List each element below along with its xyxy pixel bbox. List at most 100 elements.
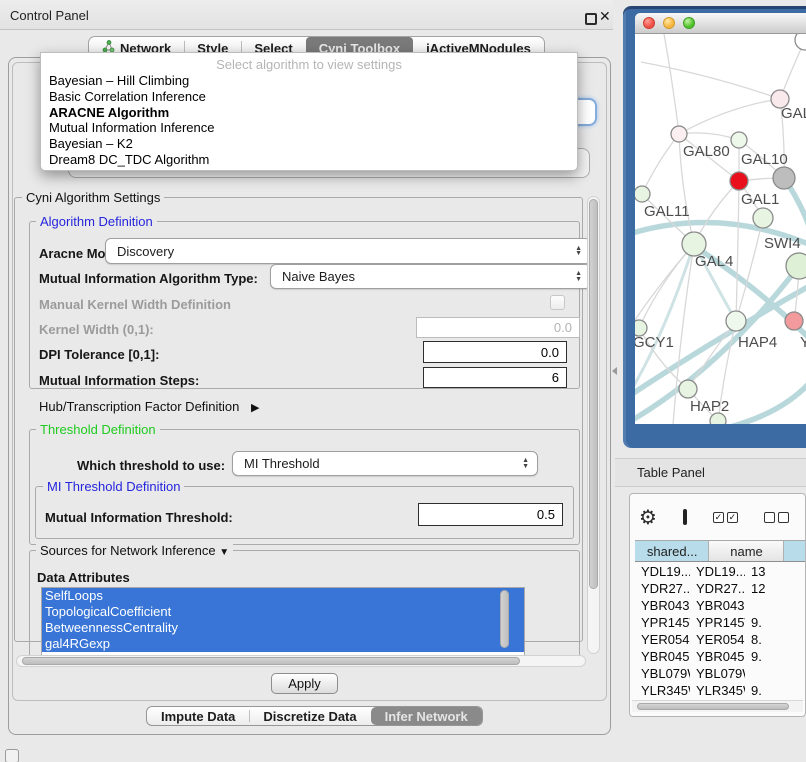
table-row[interactable]: YBR043CYBR043C: [635, 597, 805, 614]
table-row[interactable]: YLR345WYLR345W9.: [635, 682, 805, 699]
gear-icon[interactable]: ⚙: [639, 505, 657, 530]
splitter-collapse-icon[interactable]: [612, 367, 617, 375]
network-edge[interactable]: [736, 181, 739, 321]
table-cell[interactable]: YBL079W: [635, 665, 690, 682]
settings-vertical-thumb[interactable]: [589, 199, 598, 589]
column-header-shared-name[interactable]: shared...: [635, 541, 709, 561]
network-node-gal80[interactable]: [671, 126, 687, 142]
data-attributes-list[interactable]: SelfLoopsTopologicalCoefficientBetweenne…: [41, 587, 525, 655]
table-cell[interactable]: YBR045C: [690, 648, 745, 665]
dropdown-item[interactable]: Basic Correlation Inference: [41, 89, 577, 105]
network-edge[interactable]: [641, 62, 780, 99]
mi-steps-field[interactable]: [423, 367, 567, 388]
dpi-tolerance-field[interactable]: [423, 341, 567, 363]
close-traffic-light-icon[interactable]: [643, 17, 655, 29]
manual-kernel-checkbox[interactable]: [550, 295, 565, 310]
network-edge[interactable]: [642, 134, 679, 194]
network-node-top[interactable]: [795, 34, 806, 50]
network-node-bigg[interactable]: [786, 253, 806, 279]
table-cell[interactable]: YDL19...: [635, 563, 690, 580]
table-cell[interactable]: [745, 665, 805, 682]
network-edge[interactable]: [679, 99, 780, 134]
kernel-width-field[interactable]: [416, 317, 580, 338]
mi-threshold-field[interactable]: [418, 503, 563, 526]
table-cell[interactable]: [745, 597, 805, 614]
table-cell[interactable]: 9.: [745, 614, 805, 631]
table-cell[interactable]: YLR345W: [635, 682, 690, 699]
table-cell[interactable]: 13: [745, 563, 805, 580]
network-node-botg[interactable]: [710, 413, 726, 424]
network-edge[interactable]: [679, 133, 739, 140]
mi-type-combo[interactable]: Naive Bayes ▲▼: [270, 264, 587, 289]
data-attribute-item[interactable]: BetweennessCentrality: [42, 620, 524, 636]
network-node-hap4[interactable]: [726, 311, 746, 331]
settings-horizontal-thumb[interactable]: [22, 657, 520, 665]
dropdown-item[interactable]: Bayesian – Hill Climbing: [41, 73, 577, 89]
network-edge[interactable]: [663, 34, 679, 134]
table-cell[interactable]: 8.: [745, 631, 805, 648]
table-horizontal-scrollbar[interactable]: [632, 700, 803, 712]
table-row[interactable]: YDR27...YDR27...12: [635, 580, 805, 597]
network-node-swi4[interactable]: [753, 208, 773, 228]
table-cell[interactable]: YPR145W: [690, 614, 745, 631]
column-header-a[interactable]: A: [784, 541, 806, 561]
table-horizontal-thumb[interactable]: [637, 703, 789, 710]
network-canvas[interactable]: GALGAL80GAL10GAL1GAL11SWI4GAL4GCY1HAP4YH…: [635, 34, 806, 424]
table-cell[interactable]: YDR27...: [690, 580, 745, 597]
data-attribute-item[interactable]: TopologicalCoefficient: [42, 604, 524, 620]
table-cell[interactable]: YBL079W: [690, 665, 745, 682]
table-cell[interactable]: YBR045C: [635, 648, 690, 665]
tab-impute-data[interactable]: Impute Data: [147, 707, 249, 725]
table-cell[interactable]: YER054C: [635, 631, 690, 648]
which-threshold-combo[interactable]: MI Threshold ▲▼: [232, 451, 538, 476]
attributes-list-scrollbar[interactable]: [500, 590, 509, 648]
network-node-gal1[interactable]: [730, 172, 748, 190]
deselect-all-checkboxes-icon[interactable]: [764, 512, 789, 523]
table-cell[interactable]: YPR145W: [635, 614, 690, 631]
dropdown-item[interactable]: Mutual Information Inference: [41, 120, 577, 136]
network-node-ynode[interactable]: [785, 312, 803, 330]
sources-toggle[interactable]: Sources for Network Inference ▼: [36, 543, 233, 558]
table-row[interactable]: YDL19...YDL19...13: [635, 563, 805, 580]
network-edge[interactable]: [736, 218, 763, 321]
network-graph[interactable]: GALGAL80GAL10GAL1GAL11SWI4GAL4GCY1HAP4YH…: [635, 34, 806, 424]
minimize-traffic-light-icon[interactable]: [663, 17, 675, 29]
table-cell[interactable]: 9.: [745, 648, 805, 665]
tab-infer-network[interactable]: Infer Network: [371, 707, 482, 725]
table-cell[interactable]: YBR043C: [690, 597, 745, 614]
aracne-mode-combo[interactable]: Discovery ▲▼: [105, 238, 587, 264]
select-all-checkboxes-icon[interactable]: ✓✓: [713, 512, 738, 523]
float-window-icon[interactable]: [585, 13, 597, 25]
table-cell[interactable]: YDR27...: [635, 580, 690, 597]
table-row[interactable]: YBR045CYBR045C9.: [635, 648, 805, 665]
table-cell[interactable]: YLR345W: [690, 682, 745, 699]
data-attribute-item[interactable]: SelfLoops: [42, 588, 524, 604]
table-cell[interactable]: 9.: [745, 682, 805, 699]
column-header-name[interactable]: name: [709, 541, 783, 561]
table-row[interactable]: YER054CYER054C8.: [635, 631, 805, 648]
columns-icon[interactable]: [683, 509, 687, 525]
dropdown-item[interactable]: Dream8 DC_TDC Algorithm: [41, 152, 577, 168]
network-node-gal10[interactable]: [731, 132, 747, 148]
tab-discretize-data[interactable]: Discretize Data: [249, 707, 370, 725]
network-edge[interactable]: [635, 244, 694, 329]
table-row[interactable]: YPR145WYPR145W9.: [635, 614, 805, 631]
dropdown-item[interactable]: Bayesian – K2: [41, 136, 577, 152]
network-edge[interactable]: [730, 379, 806, 424]
apply-button[interactable]: Apply: [271, 673, 338, 694]
dock-panel-icon[interactable]: [5, 749, 19, 762]
table-body[interactable]: YDL19...YDL19...13YDR27...YDR27...12YBR0…: [635, 563, 805, 700]
network-window-titlebar[interactable]: [635, 13, 806, 34]
table-cell[interactable]: YBR043C: [635, 597, 690, 614]
data-attribute-item[interactable]: gal4RGexp: [42, 636, 524, 652]
close-icon[interactable]: ✕: [599, 8, 611, 25]
network-node-gray[interactable]: [773, 167, 795, 189]
table-cell[interactable]: YER054C: [690, 631, 745, 648]
network-node-gal11[interactable]: [635, 186, 650, 202]
table-cell[interactable]: 12: [745, 580, 805, 597]
zoom-traffic-light-icon[interactable]: [683, 17, 695, 29]
network-node-hap2[interactable]: [679, 380, 697, 398]
table-row[interactable]: YBL079WYBL079W: [635, 665, 805, 682]
table-cell[interactable]: YDL19...: [690, 563, 745, 580]
hub-definition-toggle[interactable]: Hub/Transcription Factor Definition ▶: [39, 399, 259, 414]
